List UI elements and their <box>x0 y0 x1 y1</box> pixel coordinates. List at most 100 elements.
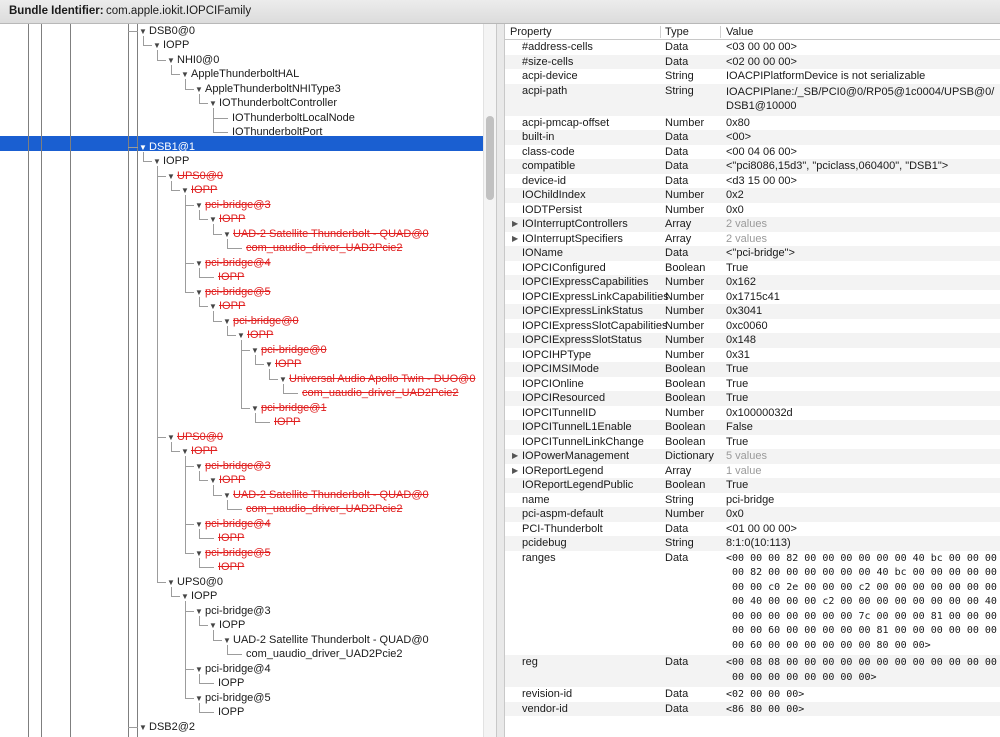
property-row[interactable]: IOName Data <"pci-bridge"> <box>505 246 1000 261</box>
tree-node[interactable]: ▼ pci-bridge@5 <box>195 285 271 299</box>
expand-triangle-icon[interactable]: ▶ <box>512 451 518 460</box>
property-row[interactable]: IOChildIndex Number 0x2 <box>505 188 1000 203</box>
property-row[interactable]: acpi-device String IOACPIPlatformDevice is… <box>505 69 1000 84</box>
tree-node[interactable]: IOPP <box>271 415 300 429</box>
tree-node[interactable]: ▼ pci-bridge@3 <box>195 198 271 212</box>
property-row[interactable]: acpi-pmcap-offset Number 0x80 <box>505 116 1000 131</box>
tree-node[interactable]: ▼ UAD-2 Satellite Thunderbolt - QUAD@0 <box>223 488 429 502</box>
tree-scrollbar[interactable] <box>483 24 496 737</box>
tree-node[interactable]: ▼ UPS0@0 <box>167 430 223 444</box>
tree-node[interactable]: ▼ IOPP <box>153 38 189 52</box>
tree-node[interactable]: ▼ UPS0@0 <box>167 169 223 183</box>
tree-node[interactable]: ▼ UAD-2 Satellite Thunderbolt - QUAD@0 <box>223 633 429 647</box>
tree-node[interactable]: com_uaudio_driver_UAD2Pcie2 <box>299 386 459 400</box>
tree-node[interactable]: ▼ DSB1@1 <box>139 140 195 154</box>
tree-node[interactable]: ▼ AppleThunderboltNHIType3 <box>195 82 341 96</box>
tree-node[interactable]: ▼ Universal Audio Apollo Twin - DUO@0 <box>279 372 475 386</box>
disclosure-triangle-icon[interactable]: ▼ <box>181 184 191 198</box>
property-row[interactable]: ▶ IOInterruptControllers Array 2 values <box>505 217 1000 232</box>
property-row[interactable]: revision-id Data <02 00 00 00> <box>505 687 1000 702</box>
pane-splitter[interactable] <box>496 24 505 737</box>
tree-node[interactable]: ▼ IOPP <box>181 444 217 458</box>
disclosure-triangle-icon[interactable]: ▼ <box>237 329 247 343</box>
tree-node[interactable]: ▼ IOPP <box>209 299 245 313</box>
disclosure-triangle-icon[interactable]: ▼ <box>265 358 275 372</box>
tree-node[interactable]: ▼ IOPP <box>209 618 245 632</box>
property-row[interactable]: IOPCITunnelL1Enable Boolean False <box>505 420 1000 435</box>
disclosure-triangle-icon[interactable]: ▼ <box>167 170 177 184</box>
disclosure-triangle-icon[interactable]: ▼ <box>195 547 205 561</box>
tree-node[interactable]: ▼ IOThunderboltController <box>209 96 337 110</box>
property-row[interactable]: ▶ IOPowerManagement Dictionary 5 values <box>505 449 1000 464</box>
property-row[interactable]: pcidebug String 8:1:0(10:113) <box>505 536 1000 551</box>
tree-node[interactable]: ▼ pci-bridge@0 <box>251 343 327 357</box>
property-row[interactable]: reg Data <00 08 08 00 00 00 00 00 00 00 00… <box>505 655 1000 687</box>
tree-node[interactable]: ▼ pci-bridge@3 <box>195 459 271 473</box>
property-row[interactable]: compatible Data <"pci8086,15d3", "pciclass… <box>505 159 1000 174</box>
disclosure-triangle-icon[interactable]: ▼ <box>195 460 205 474</box>
disclosure-triangle-icon[interactable]: ▼ <box>195 692 205 706</box>
tree-node[interactable]: IOPP <box>215 676 244 690</box>
tree-scrollbar-thumb[interactable] <box>486 116 494 200</box>
property-row[interactable]: IOPCIExpressCapabilities Number 0x162 <box>505 275 1000 290</box>
tree-node[interactable]: ▼ pci-bridge@3 <box>195 604 271 618</box>
property-row[interactable]: built-in Data <00> <box>505 130 1000 145</box>
property-row[interactable]: vendor-id Data <86 80 00 00> <box>505 701 1000 716</box>
disclosure-triangle-icon[interactable]: ▼ <box>251 402 261 416</box>
property-row[interactable]: PCI-Thunderbolt Data <01 00 00 00> <box>505 522 1000 537</box>
property-row[interactable]: name String pci-bridge <box>505 493 1000 508</box>
tree-node[interactable]: ▼ IOPP <box>209 473 245 487</box>
tree-node[interactable]: com_uaudio_driver_UAD2Pcie2 <box>243 647 403 661</box>
disclosure-triangle-icon[interactable]: ▼ <box>167 576 177 590</box>
property-row[interactable]: IOPCITunnelLinkChange Boolean True <box>505 435 1000 450</box>
tree-node[interactable]: IOThunderboltPort <box>229 125 323 139</box>
expand-triangle-icon[interactable]: ▶ <box>512 219 518 228</box>
disclosure-triangle-icon[interactable]: ▼ <box>195 605 205 619</box>
property-row[interactable]: IOPCIResourced Boolean True <box>505 391 1000 406</box>
disclosure-triangle-icon[interactable]: ▼ <box>223 634 233 648</box>
disclosure-triangle-icon[interactable]: ▼ <box>139 721 149 735</box>
tree-node[interactable]: ▼ pci-bridge@5 <box>195 691 271 705</box>
tree-node[interactable]: com_uaudio_driver_UAD2Pcie2 <box>243 241 403 255</box>
property-row[interactable]: IOPCIHPType Number 0x31 <box>505 348 1000 363</box>
disclosure-triangle-icon[interactable]: ▼ <box>223 489 233 503</box>
tree-node[interactable]: ▼ IOPP <box>265 357 301 371</box>
tree-node[interactable]: ▼ IOPP <box>181 183 217 197</box>
disclosure-triangle-icon[interactable]: ▼ <box>209 97 219 111</box>
disclosure-triangle-icon[interactable]: ▼ <box>195 199 205 213</box>
disclosure-triangle-icon[interactable]: ▼ <box>181 68 191 82</box>
column-header-type[interactable]: Type <box>665 26 689 38</box>
tree-node[interactable]: ▼ IOPP <box>237 328 273 342</box>
disclosure-triangle-icon[interactable]: ▼ <box>195 663 205 677</box>
tree-node[interactable]: ▼ pci-bridge@0 <box>223 314 299 328</box>
property-row[interactable]: IOPCIOnline Boolean True <box>505 377 1000 392</box>
disclosure-triangle-icon[interactable]: ▼ <box>195 518 205 532</box>
property-row[interactable]: IOPCIExpressSlotCapabilities Number 0xc006… <box>505 319 1000 334</box>
tree-node[interactable]: IOPP <box>215 560 244 574</box>
disclosure-triangle-icon[interactable]: ▼ <box>181 445 191 459</box>
property-row[interactable]: IOReportLegendPublic Boolean True <box>505 478 1000 493</box>
property-row[interactable]: #address-cells Data <03 00 00 00> <box>505 40 1000 55</box>
property-row[interactable]: acpi-path String IOACPIPlane:/_SB/PCI0@0/R… <box>505 83 1000 116</box>
disclosure-triangle-icon[interactable]: ▼ <box>139 141 149 155</box>
property-row[interactable]: ranges Data <00 00 00 82 00 00 00 00 00 00… <box>505 551 1000 656</box>
tree-node[interactable]: ▼ IOPP <box>181 589 217 603</box>
tree-node[interactable]: ▼ DSB0@0 <box>139 24 195 38</box>
disclosure-triangle-icon[interactable]: ▼ <box>223 228 233 242</box>
tree-node[interactable]: IOPP <box>215 531 244 545</box>
tree-node[interactable]: com_uaudio_driver_UAD2Pcie2 <box>243 502 403 516</box>
disclosure-triangle-icon[interactable]: ▼ <box>223 315 233 329</box>
tree-node[interactable]: ▼ pci-bridge@4 <box>195 517 271 531</box>
disclosure-triangle-icon[interactable]: ▼ <box>195 83 205 97</box>
property-row[interactable]: ▶ IOReportLegend Array 1 value <box>505 464 1000 479</box>
property-row[interactable]: pci-aspm-default Number 0x0 <box>505 507 1000 522</box>
disclosure-triangle-icon[interactable]: ▼ <box>251 344 261 358</box>
property-row[interactable]: IOPCIMSIMode Boolean True <box>505 362 1000 377</box>
tree-node[interactable]: ▼ UAD-2 Satellite Thunderbolt - QUAD@0 <box>223 227 429 241</box>
property-row[interactable]: IOPCITunnelID Number 0x10000032d <box>505 406 1000 421</box>
property-row[interactable]: IOPCIExpressLinkStatus Number 0x3041 <box>505 304 1000 319</box>
tree-node[interactable]: ▼ UPS0@0 <box>167 575 223 589</box>
tree-node[interactable]: IOPP <box>215 705 244 719</box>
disclosure-triangle-icon[interactable]: ▼ <box>181 590 191 604</box>
disclosure-triangle-icon[interactable]: ▼ <box>209 213 219 227</box>
